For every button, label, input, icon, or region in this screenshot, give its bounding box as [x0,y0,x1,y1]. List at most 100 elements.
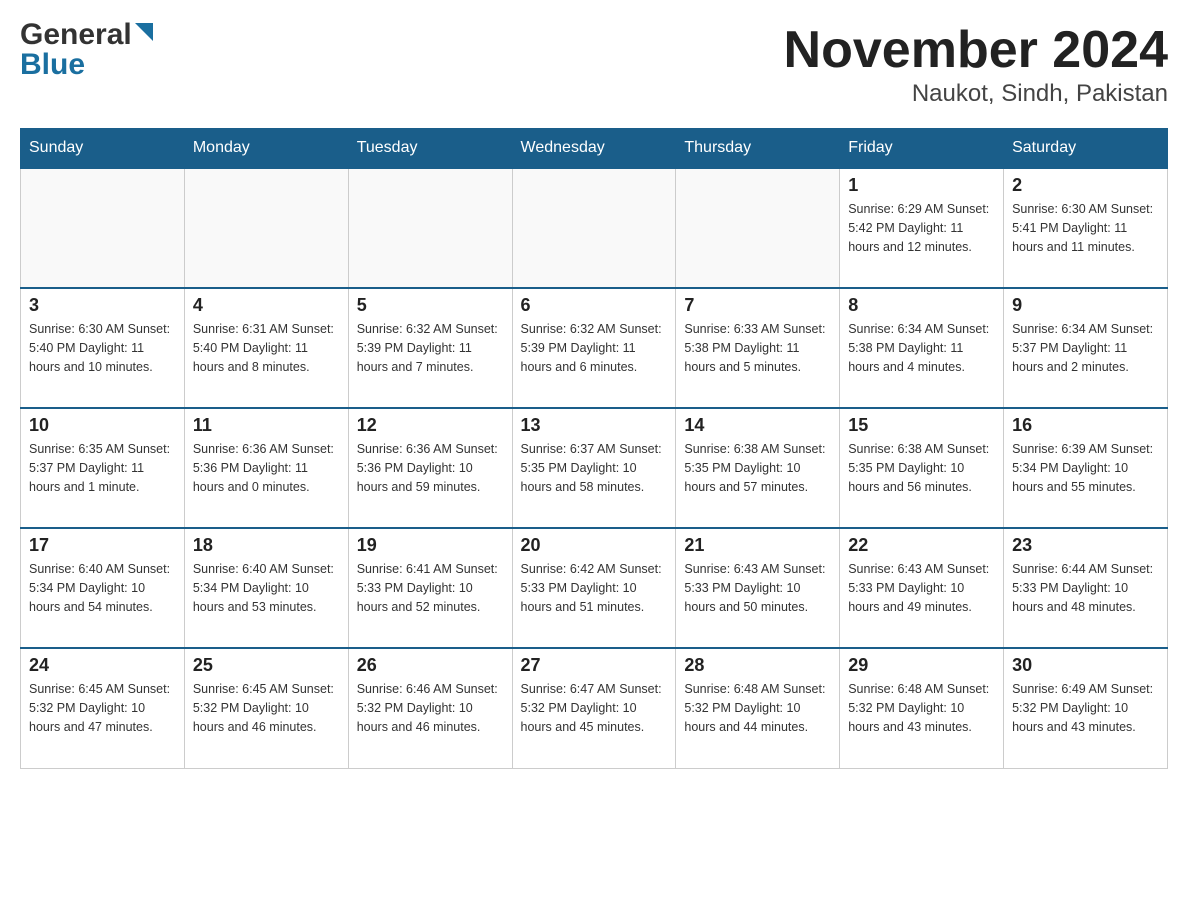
calendar-cell [512,168,676,288]
week-row: 10 Sunrise: 6:35 AM Sunset: 5:37 PM Dayli… [21,408,1168,528]
day-number: 1 [848,175,995,196]
day-info: Sunrise: 6:38 AM Sunset: 5:35 PM Dayligh… [684,440,831,496]
day-of-week-header: Sunday [21,129,185,169]
calendar-cell: 10 Sunrise: 6:35 AM Sunset: 5:37 PM Dayli… [21,408,185,528]
day-info: Sunrise: 6:30 AM Sunset: 5:41 PM Dayligh… [1012,200,1159,256]
day-of-week-header: Friday [840,129,1004,169]
day-info: Sunrise: 6:37 AM Sunset: 5:35 PM Dayligh… [521,440,668,496]
page-header: General Blue November 2024 Naukot, Sindh… [20,20,1168,108]
calendar-cell: 4 Sunrise: 6:31 AM Sunset: 5:40 PM Daylig… [184,288,348,408]
day-info: Sunrise: 6:34 AM Sunset: 5:38 PM Dayligh… [848,320,995,376]
calendar-cell: 14Sunrise: 6:38 AM Sunset: 5:35 PM Dayli… [676,408,840,528]
calendar-cell: 12 Sunrise: 6:36 AM Sunset: 5:36 PM Dayli… [348,408,512,528]
day-of-week-header: Saturday [1004,129,1168,169]
calendar-cell: 17 Sunrise: 6:40 AM Sunset: 5:34 PM Dayli… [21,528,185,648]
day-number: 24 [29,655,176,676]
day-number: 16 [1012,415,1159,436]
calendar-cell: 15 Sunrise: 6:38 AM Sunset: 5:35 PM Dayli… [840,408,1004,528]
day-number: 5 [357,295,504,316]
day-number: 8 [848,295,995,316]
title-section: November 2024 Naukot, Sindh, Pakistan [784,20,1168,108]
day-of-week-header: Thursday [676,129,840,169]
day-info: Sunrise: 6:29 AM Sunset: 5:42 PM Dayligh… [848,200,995,256]
day-info: Sunrise: 6:44 AM Sunset: 5:33 PM Dayligh… [1012,560,1159,616]
day-info: Sunrise: 6:30 AM Sunset: 5:40 PM Dayligh… [29,320,176,376]
day-info: Sunrise: 6:38 AM Sunset: 5:35 PM Dayligh… [848,440,995,496]
day-number: 29 [848,655,995,676]
day-info: Sunrise: 6:49 AM Sunset: 5:32 PM Dayligh… [1012,680,1159,736]
day-number: 6 [521,295,668,316]
day-info: Sunrise: 6:33 AM Sunset: 5:38 PM Dayligh… [684,320,831,376]
calendar-cell: 24 Sunrise: 6:45 AM Sunset: 5:32 PM Dayli… [21,648,185,768]
day-number: 26 [357,655,504,676]
day-number: 28 [684,655,831,676]
calendar-cell: 25Sunrise: 6:45 AM Sunset: 5:32 PM Dayli… [184,648,348,768]
calendar-cell: 9 Sunrise: 6:34 AM Sunset: 5:37 PM Daylig… [1004,288,1168,408]
day-of-week-header: Monday [184,129,348,169]
calendar-cell: 23 Sunrise: 6:44 AM Sunset: 5:33 PM Dayli… [1004,528,1168,648]
day-info: Sunrise: 6:36 AM Sunset: 5:36 PM Dayligh… [193,440,340,496]
week-row: 1 Sunrise: 6:29 AM Sunset: 5:42 PM Daylig… [21,168,1168,288]
day-info: Sunrise: 6:36 AM Sunset: 5:36 PM Dayligh… [357,440,504,496]
day-info: Sunrise: 6:48 AM Sunset: 5:32 PM Dayligh… [684,680,831,736]
day-number: 12 [357,415,504,436]
logo-arrow-icon [135,21,157,51]
week-row: 24 Sunrise: 6:45 AM Sunset: 5:32 PM Dayli… [21,648,1168,768]
calendar-cell: 19Sunrise: 6:41 AM Sunset: 5:33 PM Dayli… [348,528,512,648]
calendar-cell: 5Sunrise: 6:32 AM Sunset: 5:39 PM Daylig… [348,288,512,408]
calendar-cell: 6 Sunrise: 6:32 AM Sunset: 5:39 PM Daylig… [512,288,676,408]
calendar-cell: 26 Sunrise: 6:46 AM Sunset: 5:32 PM Dayli… [348,648,512,768]
calendar-subtitle: Naukot, Sindh, Pakistan [784,80,1168,108]
calendar-cell: 1 Sunrise: 6:29 AM Sunset: 5:42 PM Daylig… [840,168,1004,288]
calendar-cell: 20Sunrise: 6:42 AM Sunset: 5:33 PM Dayli… [512,528,676,648]
day-info: Sunrise: 6:35 AM Sunset: 5:37 PM Dayligh… [29,440,176,496]
day-number: 30 [1012,655,1159,676]
day-number: 2 [1012,175,1159,196]
logo: General Blue [20,20,157,80]
day-number: 27 [521,655,668,676]
day-info: Sunrise: 6:46 AM Sunset: 5:32 PM Dayligh… [357,680,504,736]
day-number: 7 [684,295,831,316]
day-info: Sunrise: 6:34 AM Sunset: 5:37 PM Dayligh… [1012,320,1159,376]
day-info: Sunrise: 6:40 AM Sunset: 5:34 PM Dayligh… [29,560,176,616]
day-number: 20 [521,535,668,556]
day-info: Sunrise: 6:31 AM Sunset: 5:40 PM Dayligh… [193,320,340,376]
calendar-cell [21,168,185,288]
day-number: 9 [1012,295,1159,316]
calendar-cell: 22Sunrise: 6:43 AM Sunset: 5:33 PM Dayli… [840,528,1004,648]
day-of-week-header: Tuesday [348,129,512,169]
calendar-cell [184,168,348,288]
day-number: 15 [848,415,995,436]
calendar-table: SundayMondayTuesdayWednesdayThursdayFrid… [20,128,1168,769]
calendar-cell: 8 Sunrise: 6:34 AM Sunset: 5:38 PM Daylig… [840,288,1004,408]
day-number: 21 [684,535,831,556]
day-info: Sunrise: 6:45 AM Sunset: 5:32 PM Dayligh… [29,680,176,736]
day-number: 22 [848,535,995,556]
calendar-cell: 28 Sunrise: 6:48 AM Sunset: 5:32 PM Dayli… [676,648,840,768]
day-number: 19 [357,535,504,556]
day-number: 18 [193,535,340,556]
day-info: Sunrise: 6:32 AM Sunset: 5:39 PM Dayligh… [521,320,668,376]
day-number: 10 [29,415,176,436]
day-info: Sunrise: 6:45 AM Sunset: 5:32 PM Dayligh… [193,680,340,736]
calendar-cell: 30 Sunrise: 6:49 AM Sunset: 5:32 PM Dayli… [1004,648,1168,768]
calendar-cell: 7 Sunrise: 6:33 AM Sunset: 5:38 PM Daylig… [676,288,840,408]
logo-general-text: General [20,20,132,50]
day-number: 4 [193,295,340,316]
calendar-cell: 11Sunrise: 6:36 AM Sunset: 5:36 PM Dayli… [184,408,348,528]
day-number: 23 [1012,535,1159,556]
day-info: Sunrise: 6:40 AM Sunset: 5:34 PM Dayligh… [193,560,340,616]
day-number: 13 [521,415,668,436]
calendar-cell [676,168,840,288]
day-of-week-header: Wednesday [512,129,676,169]
week-row: 17 Sunrise: 6:40 AM Sunset: 5:34 PM Dayli… [21,528,1168,648]
week-row: 3 Sunrise: 6:30 AM Sunset: 5:40 PM Daylig… [21,288,1168,408]
calendar-cell: 2 Sunrise: 6:30 AM Sunset: 5:41 PM Daylig… [1004,168,1168,288]
calendar-cell: 13 Sunrise: 6:37 AM Sunset: 5:35 PM Dayli… [512,408,676,528]
day-info: Sunrise: 6:47 AM Sunset: 5:32 PM Dayligh… [521,680,668,736]
calendar-cell: 27 Sunrise: 6:47 AM Sunset: 5:32 PM Dayli… [512,648,676,768]
day-number: 3 [29,295,176,316]
day-number: 17 [29,535,176,556]
calendar-cell: 16Sunrise: 6:39 AM Sunset: 5:34 PM Dayli… [1004,408,1168,528]
calendar-cell: 18 Sunrise: 6:40 AM Sunset: 5:34 PM Dayli… [184,528,348,648]
